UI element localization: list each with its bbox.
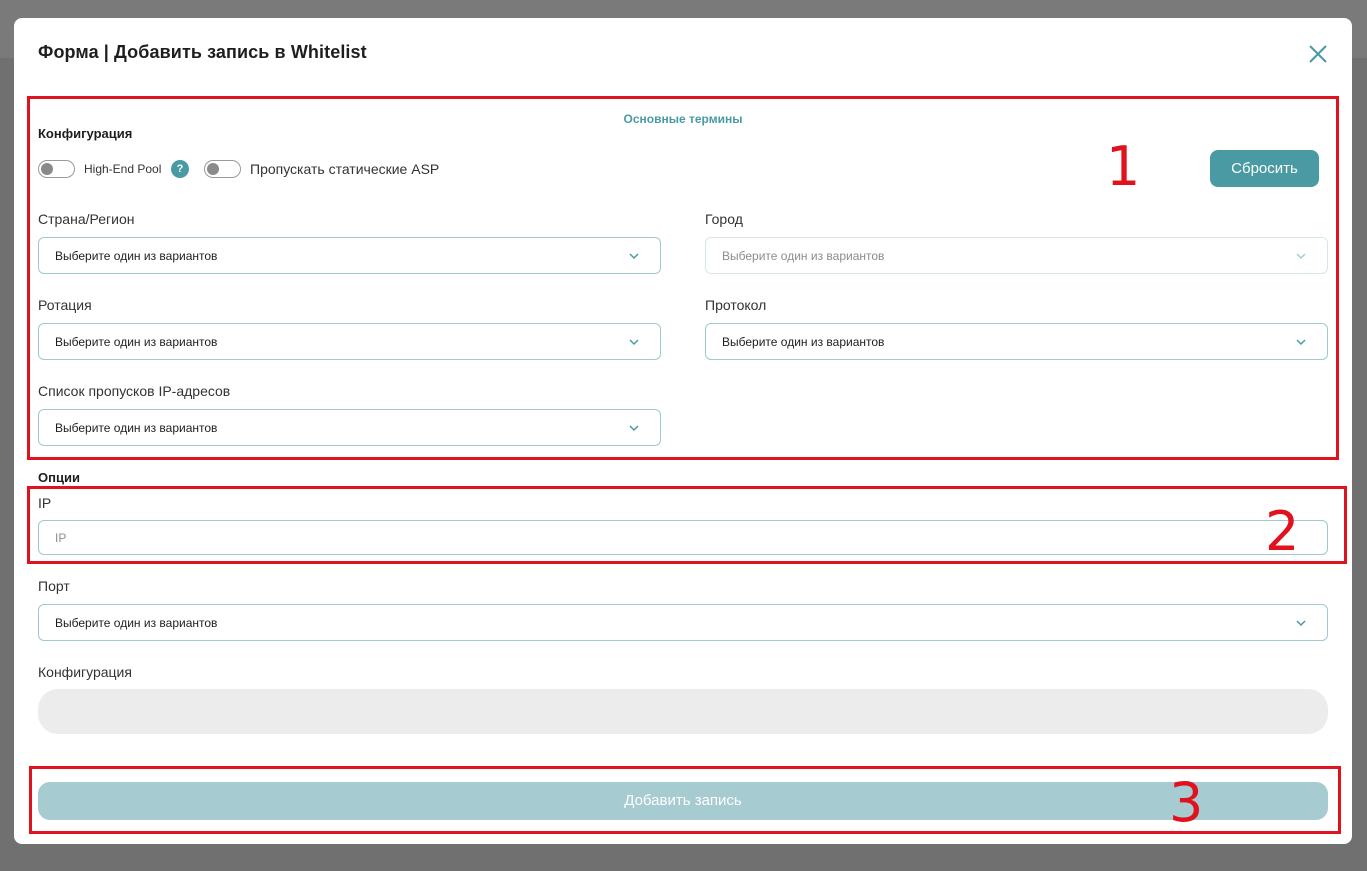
annotation-number-3: 3 bbox=[1169, 771, 1204, 834]
annotation-box-1 bbox=[27, 96, 1339, 460]
port-select-value: Выберите один из вариантов bbox=[55, 616, 218, 630]
annotation-box-2 bbox=[27, 486, 1347, 564]
port-label: Порт bbox=[38, 578, 70, 594]
options-section-label: Опции bbox=[38, 470, 80, 485]
annotation-number-1: 1 bbox=[1106, 135, 1141, 198]
port-select[interactable]: Выберите один из вариантов bbox=[38, 604, 1328, 641]
chevron-down-icon bbox=[1296, 620, 1306, 627]
close-icon[interactable] bbox=[1304, 40, 1332, 68]
config-output-label: Конфигурация bbox=[38, 664, 132, 680]
config-output-field[interactable] bbox=[38, 689, 1328, 734]
modal-title: Форма | Добавить запись в Whitelist bbox=[38, 42, 367, 62]
annotation-box-3 bbox=[29, 766, 1341, 834]
annotation-number-2: 2 bbox=[1265, 500, 1300, 563]
